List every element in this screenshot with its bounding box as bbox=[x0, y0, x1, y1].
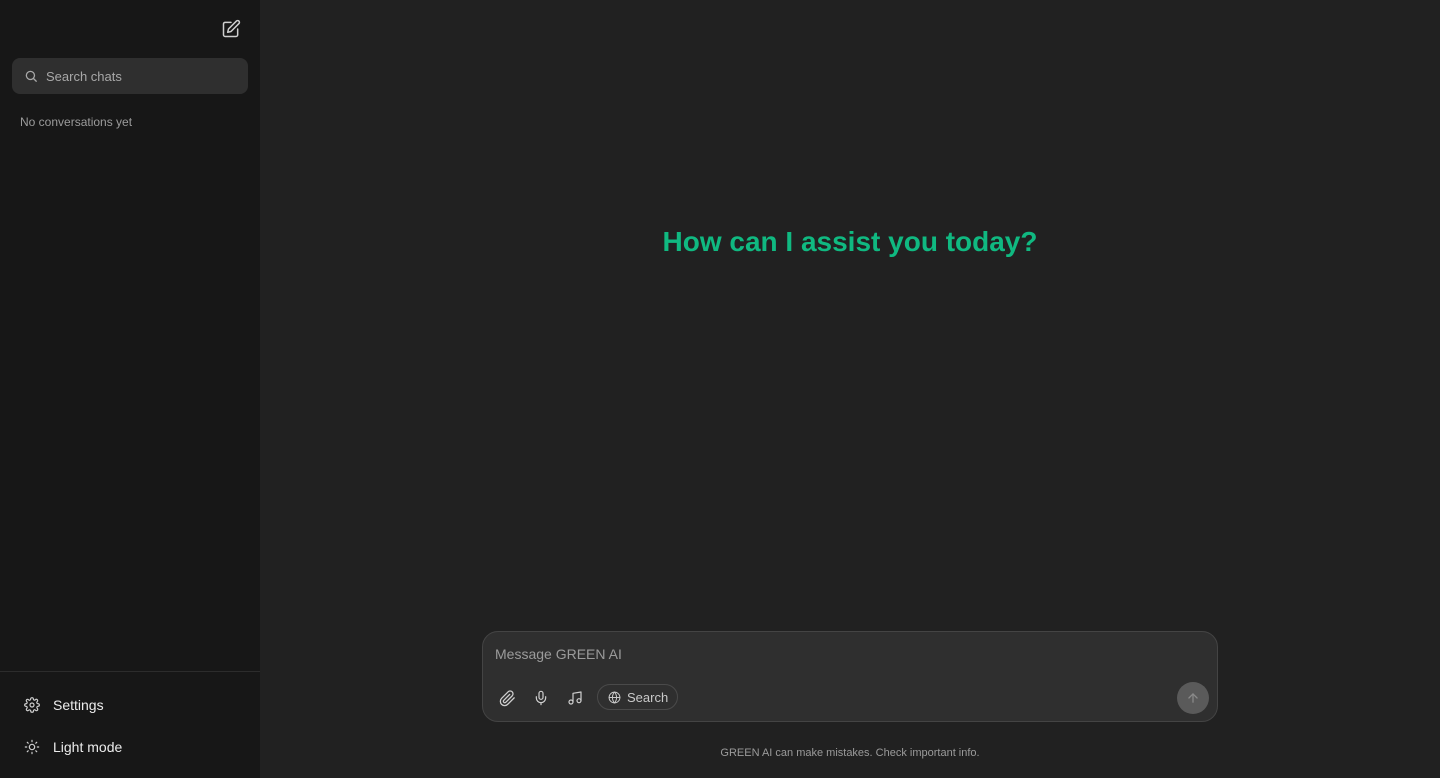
search-chats-box[interactable] bbox=[12, 58, 248, 94]
web-search-label: Search bbox=[627, 689, 669, 705]
globe-icon bbox=[608, 690, 621, 704]
sun-icon bbox=[24, 739, 40, 755]
music-note-icon bbox=[568, 691, 582, 705]
message-input[interactable] bbox=[495, 646, 1195, 668]
voice-input-button[interactable] bbox=[528, 685, 554, 711]
search-icon bbox=[24, 69, 38, 83]
edit-icon bbox=[222, 19, 241, 38]
app-root: No conversations yet Settings bbox=[0, 0, 1440, 778]
microphone-icon bbox=[535, 690, 547, 706]
audio-button[interactable] bbox=[562, 685, 588, 711]
disclaimer-text: GREEN AI can make mistakes. Check import… bbox=[720, 747, 980, 759]
new-chat-button[interactable] bbox=[219, 17, 243, 41]
message-composer: Search bbox=[482, 631, 1218, 722]
settings-button[interactable]: Settings bbox=[12, 687, 248, 723]
send-button[interactable] bbox=[1177, 682, 1209, 714]
arrow-up-icon bbox=[1188, 693, 1198, 703]
chat-main: How can I assist you today? Message GREE… bbox=[260, 0, 1440, 778]
light-mode-label: Light mode bbox=[53, 739, 123, 755]
attach-button[interactable] bbox=[494, 685, 520, 711]
greeting-heading: How can I assist you today? bbox=[662, 226, 1038, 257]
empty-conversations-message: No conversations yet bbox=[20, 115, 133, 129]
paperclip-icon bbox=[499, 689, 515, 706]
sidebar: No conversations yet Settings bbox=[0, 0, 260, 778]
sidebar-footer: Settings Light mode bbox=[0, 671, 260, 778]
search-chats-input[interactable] bbox=[46, 68, 236, 84]
web-search-toggle[interactable]: Search bbox=[597, 684, 678, 710]
settings-label: Settings bbox=[53, 697, 104, 713]
light-mode-button[interactable]: Light mode bbox=[12, 729, 248, 765]
gear-icon bbox=[24, 697, 40, 713]
